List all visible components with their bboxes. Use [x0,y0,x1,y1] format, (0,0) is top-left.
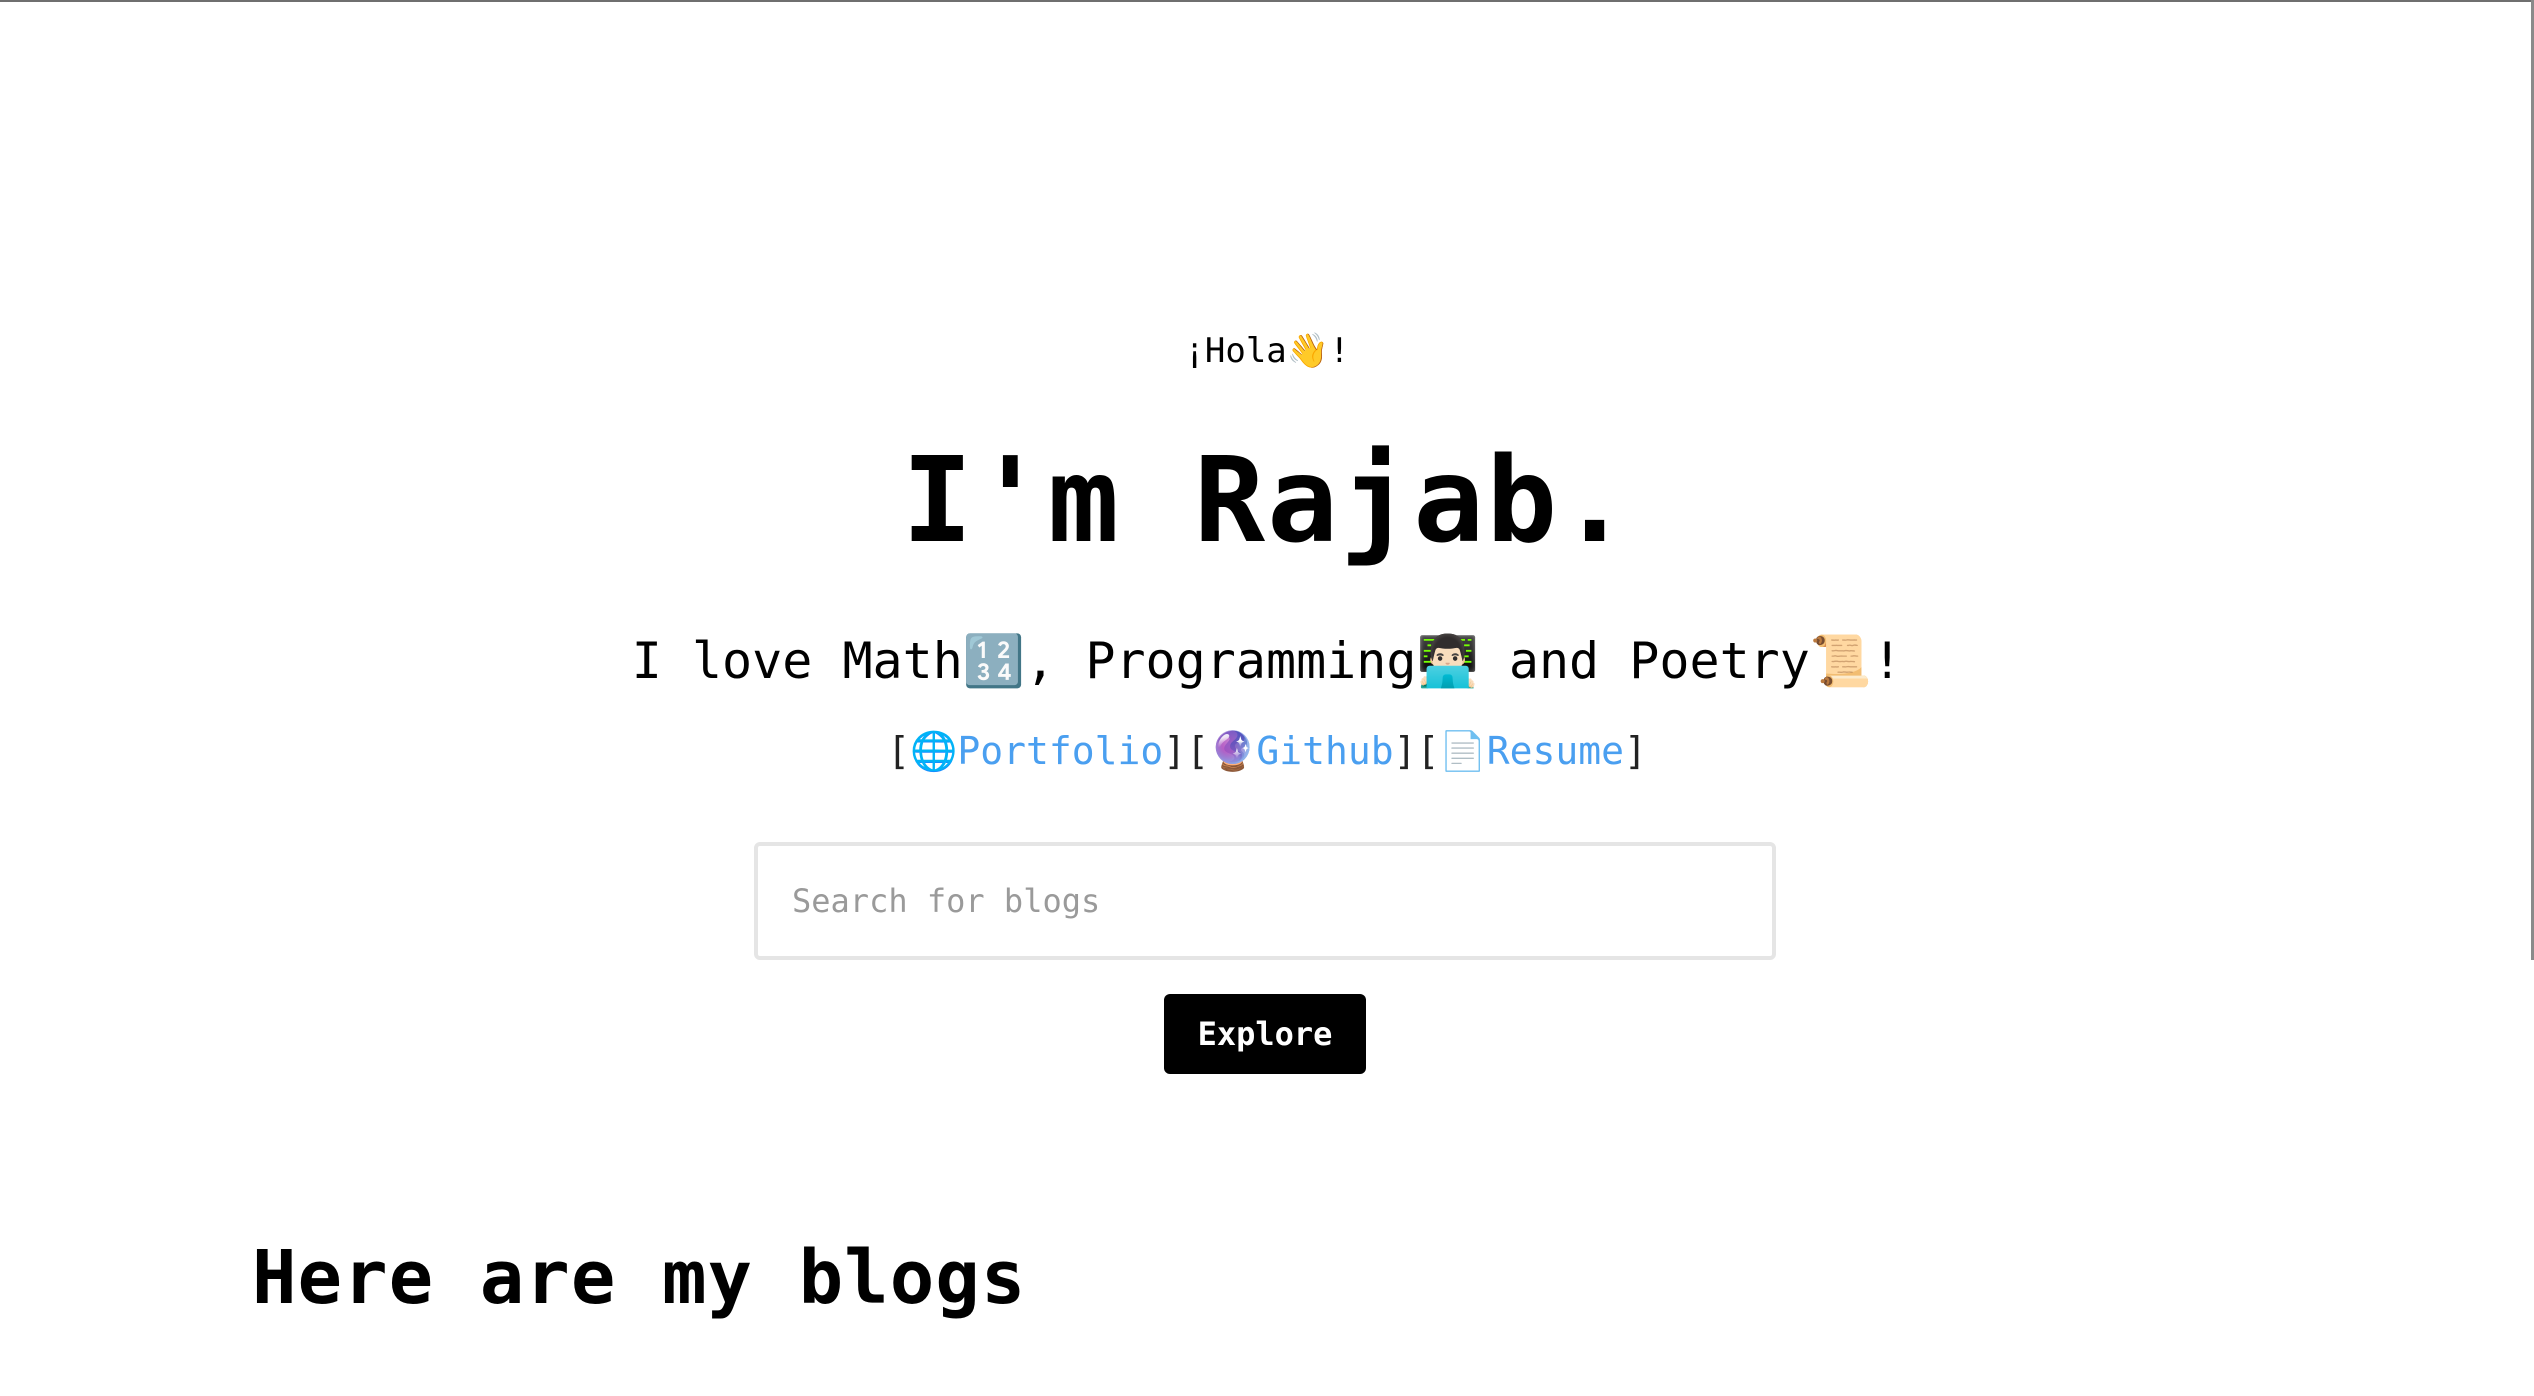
tagline: I love Math🔢, Programming👨🏻‍💻 and Poetry… [0,626,2534,696]
bracket-open: [ [887,729,910,773]
waving-hand-icon: 👋 [1286,331,1330,371]
page: ¡Hola👋! I'm Rajab. I love Math🔢, Program… [0,0,2534,1396]
portfolio-link[interactable]: 🌐Portfolio [910,729,1163,773]
crystal-ball-icon: 🔮 [1209,729,1257,773]
scroll-icon: 📜 [1809,632,1873,690]
tagline-part-3: and Poetry [1478,632,1810,690]
bracket-open: [ [1186,729,1209,773]
social-links: [🌐Portfolio][🔮Github][📄Resume] [0,724,2534,778]
blogs-heading: Here are my blogs [252,1235,1027,1321]
tagline-part-2: , Programming [1025,632,1417,690]
document-icon: 📄 [1439,729,1487,773]
bracket-close: ] [1163,729,1187,773]
globe-icon: 🌐 [909,729,958,773]
github-link[interactable]: 🔮Github [1209,729,1394,773]
tagline-part-4: ! [1872,632,1903,690]
greeting: ¡Hola👋! [0,326,2534,376]
bracket-close: ] [1393,729,1417,773]
github-link-label: Github [1256,729,1394,773]
greeting-text: ¡Hola [1184,331,1287,371]
portfolio-link-label: Portfolio [957,729,1164,773]
resume-link-label: Resume [1486,729,1624,773]
page-title: I'm Rajab. [901,431,1633,569]
resume-link[interactable]: 📄Resume [1439,729,1624,773]
top-border [0,0,2534,2]
greeting-suffix: ! [1329,331,1350,371]
numbers-icon: 🔢 [962,632,1026,690]
search-input[interactable] [754,842,1776,960]
explore-button[interactable]: Explore [1164,994,1366,1074]
search-container [754,842,1776,960]
programmer-icon: 👨🏻‍💻 [1416,632,1479,690]
bracket-close: ] [1624,729,1647,773]
tagline-part-1: I love Math [631,632,963,690]
bracket-open: [ [1416,729,1440,773]
